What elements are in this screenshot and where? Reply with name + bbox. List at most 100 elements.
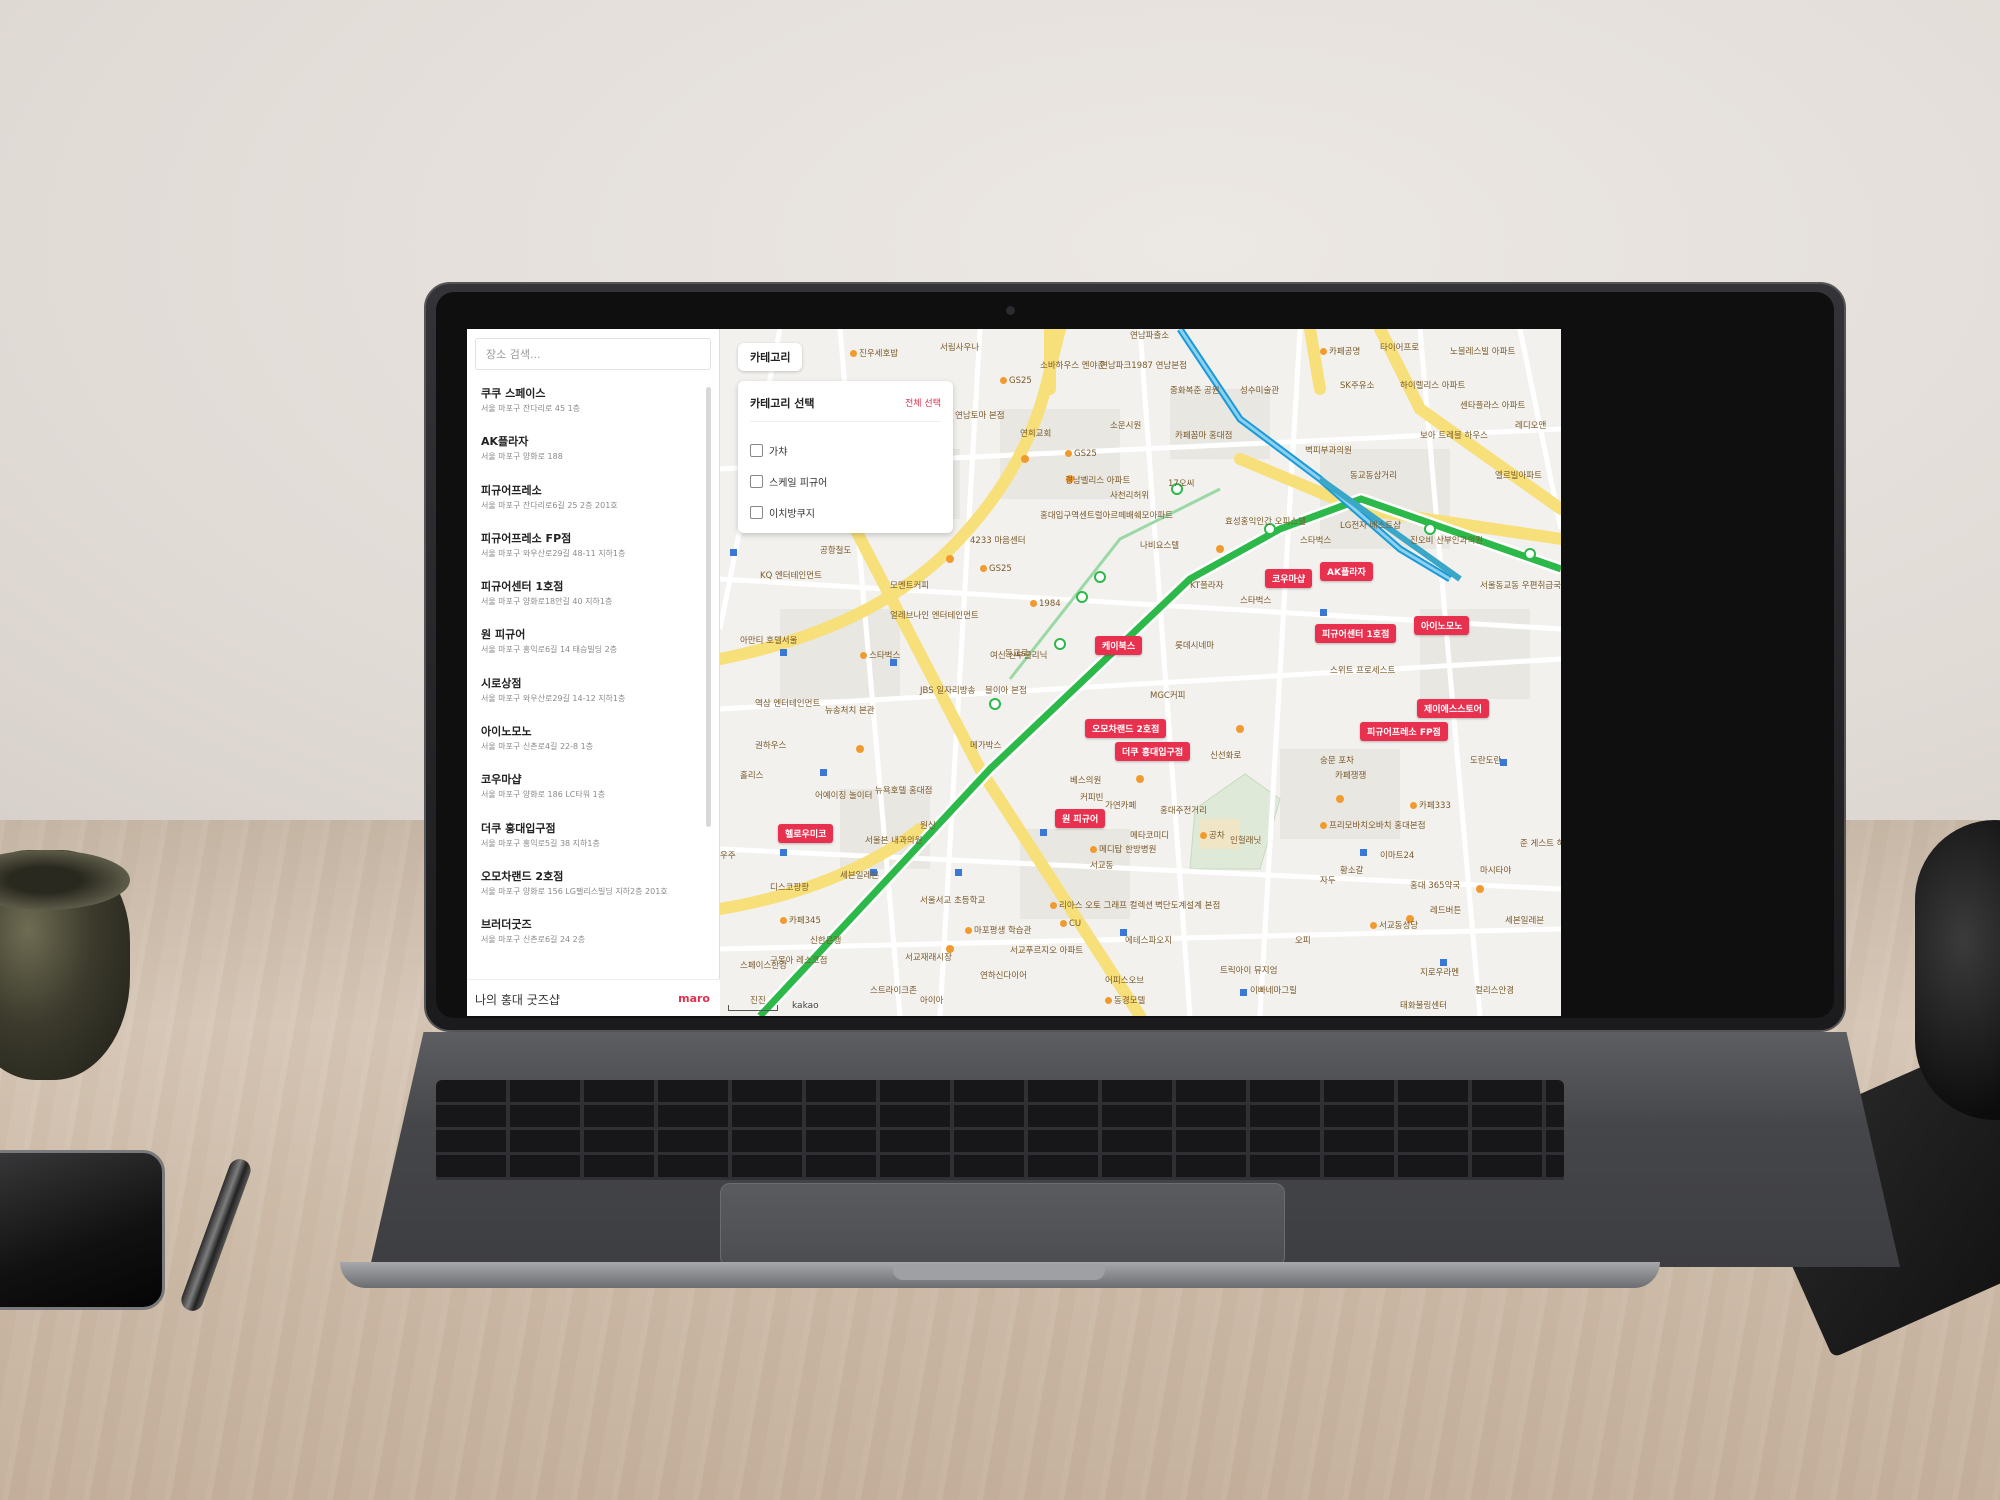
poi-label: KQ 엔터테인먼트 [760,571,822,581]
poi-label: 연희교회 [1020,429,1052,439]
poi-label: 오피 [1295,936,1311,946]
map-marker[interactable]: 제이에스스토어 [1417,699,1489,718]
list-item[interactable]: 브러더굿즈서울 마포구 신촌로6길 24 2층 [467,918,720,966]
place-name: AK플라자 [481,435,529,449]
app-screen: 장소 검색... 쿠쿠 스페이스 서울 마포구 잔다리로 45 1층 AK플라자 서울… [467,329,1561,1016]
poi-label: 커피빈 [1080,793,1104,803]
checkbox-icon[interactable] [750,505,763,519]
poi-label: 소운시원 [1110,421,1142,431]
place-name: 피규어프레소 FP점 [481,531,572,545]
poi-label: 신선화로 [1210,751,1242,761]
poi-label: 카페345 [780,914,821,926]
list-item[interactable]: 더쿠 홍대입구점서울 마포구 홍익로5길 38 지하1층 [467,822,720,870]
poi-label: GS25 [980,564,1012,574]
place-name: 브러더굿즈 [481,918,532,932]
map-marker[interactable]: 피규어프레소 FP점 [1360,722,1448,741]
list-item[interactable]: 피규어프레소 FP점 서울 마포구 와우산로29길 48-11 지하1층 [467,532,720,580]
poi-label: 메가박스 [970,741,1002,751]
poi-label: 메타코미디 [1130,831,1170,841]
poi-label: 홍대입구역센트럴아르떼배쉐모아파트 [1040,511,1173,521]
map-marker[interactable]: 케이북스 [1095,636,1143,655]
list-item[interactable]: AK플라자서울 마포구 양화로 188 [467,435,720,483]
poi-label: 진오비 산부인과의원 [1410,536,1484,546]
tab-category[interactable]: 카테고리 [738,343,803,371]
select-all-button[interactable]: 전체 선택 [905,396,941,409]
poi-label: 서교동성당 [1370,919,1418,931]
poi-label: 레디오맨 [1515,421,1547,431]
map-marker[interactable]: 원 피규어 [1055,809,1106,828]
poi-label: 서림사우나 [940,343,980,353]
poi-label: 원신 [920,821,936,831]
scrollbar[interactable] [706,387,711,827]
search-input[interactable]: 장소 검색... [475,338,711,370]
place-name: 더쿠 홍대입구점 [481,821,556,835]
app-title: 나의 홍대 굿즈샵 [475,993,560,1007]
poi-label: 4233 마음센터 [970,536,1026,546]
category-label: 스케일 피규어 [769,477,828,489]
map-marker[interactable]: AK플라자 [1320,562,1373,581]
poi-label: 리아스 오토 그래프 컬렉션 [1050,899,1153,911]
place-name: 피규어프레소 [481,483,542,497]
poi-label: 서교재래시장 [905,953,952,963]
checkbox-icon[interactable] [750,474,763,488]
poi-label: 스타벅스 [860,649,900,661]
list-item[interactable]: 오모차랜드 2호점 서울 마포구 양화로 156 LG팰리스빌딩 지하2층 201… [467,870,720,918]
poi-label: 컬리스안경 [1475,986,1515,996]
place-name: 코우마샵 [481,773,522,787]
divider [750,421,941,422]
poi-label: 태화불링센터 [1400,1001,1447,1011]
poi-label: 연남파크1987 연남본점 [1100,361,1187,371]
brand-logo[interactable]: maro [678,992,710,1005]
list-item[interactable]: 아이노모노 서울 마포구 신촌로4길 22-8 1층 [467,725,720,773]
poi-label: 이마트24 [1380,851,1415,861]
poi-label: 성수미술관 [1240,386,1280,396]
place-address: 서울 마포구 홍익로5길 38 지하1층 [481,838,600,848]
poi-label: 권하우스 [755,741,787,751]
map-view[interactable]: 카테고리 카테고리 선택 전체 선택 가챠 스케일 피규어 이치방쿠지 연남파출… [720,329,1561,1016]
map-scale [728,1005,778,1011]
poi-label: 공차 [1200,829,1225,841]
poi-label: 우주 [720,851,736,861]
poi-label: 카페꼼마 홍대점 [1175,431,1233,441]
place-name: 피규어센터 1호점 [481,580,564,594]
map-marker[interactable]: 더쿠 홍대입구점 [1115,742,1191,761]
poi-label: 나비요스텔 [1140,541,1180,551]
poi-label: 카페공명 [1320,345,1360,357]
trackpad [720,1183,1285,1267]
map-marker[interactable]: 피규어센터 1호점 [1315,624,1397,643]
place-name: 원 피규어 [481,628,526,642]
poi-label: 모멘트커피 [890,581,930,591]
place-address: 서울 마포구 양화로 188 [481,452,563,462]
list-item[interactable]: 피규어프레소 서울 마포구 잔다리로6길 25 2층 201호 [467,484,720,532]
list-item[interactable]: 쿠쿠 스페이스 서울 마포구 잔다리로 45 1층 [467,387,720,435]
list-item[interactable]: 시로상점 서울 마포구 와우산로29길 14-12 지하1층 [467,677,720,725]
list-item[interactable]: 코우마샵서울 마포구 양화로 186 LC타워 1층 [467,773,720,821]
category-gacha[interactable]: 가챠 [750,441,787,459]
place-address: 서울 마포구 양화로18안길 40 지하1층 [481,597,613,607]
list-item[interactable]: 원 피규어 서울 마포구 홍익로6길 14 태승빌딩 2층 [467,628,720,676]
camera-icon [1006,306,1015,315]
map-marker[interactable]: 헬로우미코 [778,824,834,843]
category-scale-figure[interactable]: 스케일 피규어 [750,472,827,490]
map-marker[interactable]: 아이노모노 [1414,616,1470,635]
place-address: 서울 마포구 잔다리로 45 1층 [481,404,581,413]
map-marker[interactable]: 오모차랜드 2호점 [1085,719,1167,738]
poi-label: 서울본 내과의원 [865,836,923,846]
poi-label: 서교동 [1090,861,1114,871]
category-label: 가챠 [769,446,788,458]
poi-label: 뉴송처치 본관 [825,706,875,716]
poi-label: 카페쟁쟁 [1335,771,1367,781]
checkbox-icon[interactable] [750,443,763,457]
map-marker[interactable]: 코우마샵 [1265,569,1313,588]
poi-label: 스타벅스 [1240,596,1272,606]
list-item[interactable]: 피규어센터 1호점서울 마포구 양화로18안길 40 지하1층 [467,580,720,628]
category-ichiban-kuji[interactable]: 이치방쿠지 [750,503,815,521]
poi-label: 황소갈 [1340,866,1364,876]
poi-label: SK주유소 [1340,381,1375,391]
poi-label: 어피스오브 [1105,976,1145,986]
poi-label: 자두 [1320,876,1336,886]
place-address: 서울 마포구 신촌로6길 24 2층 [481,935,586,945]
poi-label: 벽단도계설계 본점 [1155,901,1221,911]
place-list: 쿠쿠 스페이스 서울 마포구 잔다리로 45 1층 AK플라자서울 마포구 양화로 … [467,387,720,967]
place-address: 서울 마포구 양화로 186 LC타워 1층 [481,790,606,800]
